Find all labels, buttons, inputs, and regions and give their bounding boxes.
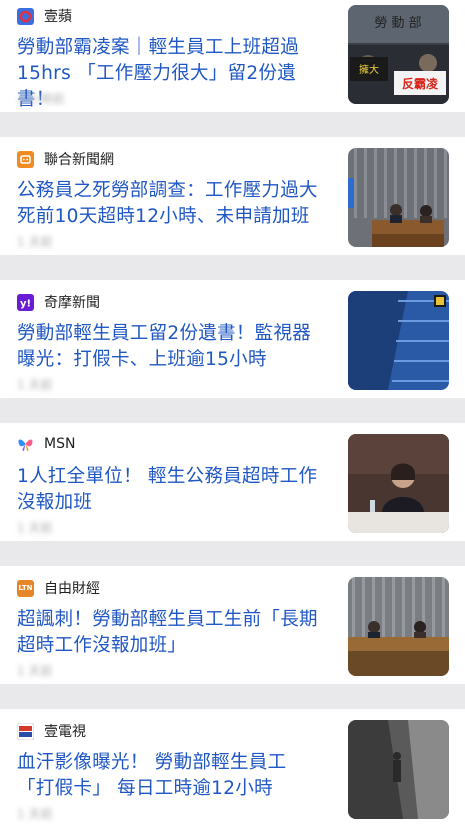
- source-name: MSN: [44, 435, 76, 452]
- article-source[interactable]: y! 奇摩新聞: [17, 292, 100, 312]
- source-name: 自由財經: [44, 581, 100, 597]
- article-timestamp: 2 小時前: [17, 92, 65, 106]
- apple-daily-icon: [17, 7, 34, 25]
- ltn-icon: LTN: [17, 579, 34, 597]
- source-name: 聯合新聞網: [44, 152, 114, 168]
- article-headline[interactable]: 血汗影像曝光！ 勞動部輕生員工「打假卡」 每日工時逾12小時: [17, 750, 322, 802]
- article-card[interactable]: 壹電視 血汗影像曝光！ 勞動部輕生員工「打假卡」 每日工時逾12小時 1 天前: [0, 709, 465, 829]
- article-timestamp: 1 天前: [17, 235, 53, 249]
- article-headline[interactable]: 超諷刺！勞動部輕生員工生前「長期超時工作沒報加班」: [17, 607, 322, 659]
- source-name: 奇摩新聞: [44, 295, 100, 311]
- source-name: 壹電視: [44, 724, 86, 740]
- article-source[interactable]: 壹蘋: [17, 6, 72, 26]
- article-headline[interactable]: 公務員之死勞部調查：工作壓力過大 死前10天超時12小時、未申請加班: [17, 178, 322, 230]
- article-source[interactable]: LTN 自由財經: [17, 578, 100, 598]
- article-thumbnail[interactable]: [348, 720, 449, 819]
- article-headline[interactable]: 1人扛全單位！ 輕生公務員超時工作沒報加班: [17, 464, 322, 516]
- article-card[interactable]: y! 奇摩新聞 勞動部輕生員工留2份遺書！監視器曝光：打假卡、上班逾15小時 1…: [0, 280, 465, 398]
- svg-text:勞 動 部: 勞 動 部: [374, 16, 421, 31]
- article-card[interactable]: 聯合新聞網 公務員之死勞部調查：工作壓力過大 死前10天超時12小時、未申請加班…: [0, 137, 465, 255]
- udn-icon: [17, 150, 34, 168]
- news-feed: 壹蘋 勞動部霸凌案｜輕生員工上班超過15hrs 「工作壓力很大」留2份遺書！ 2…: [0, 0, 465, 829]
- article-source[interactable]: MSN: [17, 435, 75, 452]
- article-thumbnail[interactable]: 勞 動 部 擁大 反霸凌: [348, 5, 449, 104]
- article-thumbnail[interactable]: [348, 148, 449, 247]
- article-timestamp: 1 天前: [17, 807, 53, 821]
- msn-butterfly-icon: [17, 435, 34, 452]
- source-name: 壹蘋: [44, 9, 72, 25]
- protest-sign-text: 反霸凌: [402, 76, 439, 91]
- article-source[interactable]: 壹電視: [17, 721, 86, 741]
- article-timestamp: 1 天前: [17, 378, 53, 392]
- article-thumbnail[interactable]: [348, 434, 449, 533]
- article-timestamp: 1 天前: [17, 521, 53, 535]
- yahoo-icon: y!: [17, 293, 34, 311]
- protest-sign-text: 擁大: [359, 63, 379, 76]
- article-timestamp: 1 天前: [17, 664, 53, 678]
- article-card[interactable]: 壹蘋 勞動部霸凌案｜輕生員工上班超過15hrs 「工作壓力很大」留2份遺書！ 2…: [0, 0, 465, 112]
- article-thumbnail[interactable]: [348, 577, 449, 676]
- article-card[interactable]: LTN 自由財經 超諷刺！勞動部輕生員工生前「長期超時工作沒報加班」 1 天前: [0, 566, 465, 684]
- article-card[interactable]: MSN 1人扛全單位！ 輕生公務員超時工作沒報加班 1 天前: [0, 423, 465, 541]
- article-headline[interactable]: 勞動部輕生員工留2份遺書！監視器曝光：打假卡、上班逾15小時: [17, 321, 322, 373]
- article-thumbnail[interactable]: [348, 291, 449, 390]
- nexttv-icon: [17, 722, 34, 740]
- svg-text:y!: y!: [20, 298, 31, 309]
- article-source[interactable]: 聯合新聞網: [17, 149, 114, 169]
